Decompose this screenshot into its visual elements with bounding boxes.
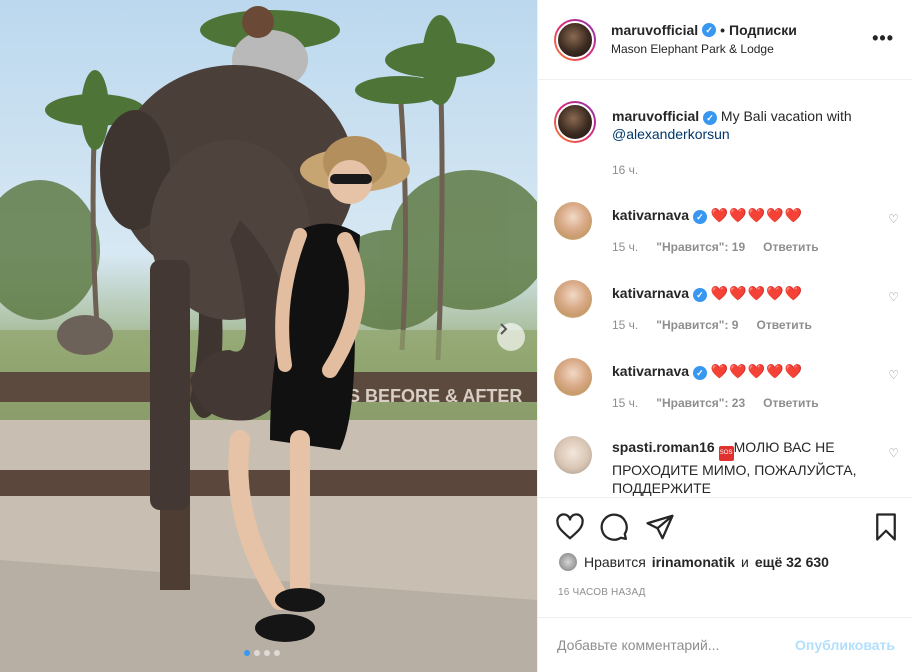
comment-text: ❤️❤️❤️❤️❤️ [710,285,804,301]
comment-likes[interactable]: "Нравится": 23 [656,396,745,410]
commenter-username[interactable]: kativarnava [612,207,689,223]
comment-time[interactable]: 15 ч. [612,240,638,254]
likes-summary: Нравится irinamonatik и ещё 32 630 [558,552,829,572]
comment-likes[interactable]: "Нравится": 19 [656,240,745,254]
commenter-avatar[interactable] [554,358,592,396]
carousel-dot [244,650,250,656]
commenter-username[interactable]: spasti.roman16 [612,439,715,455]
sign-text: S BEFORE & AFTER [348,386,522,406]
verified-badge-icon: ✓ [702,23,717,37]
like-heart-icon[interactable] [555,512,585,542]
likes-count[interactable]: ещё 32 630 [755,554,829,570]
comment-likes[interactable]: "Нравится": 9 [656,318,738,332]
carousel-dot [264,650,270,656]
comment-like-heart-icon[interactable]: ♡ [888,446,899,460]
likes-prefix: Нравится [584,554,646,570]
comment-time[interactable]: 15 ч. [612,318,638,332]
comment: spasti.roman16 SOSМОЛЮ ВАС НЕ ПРОХОДИТЕ … [554,436,899,497]
post-photo[interactable]: S BEFORE & AFTER [0,0,537,672]
author-line: maruvofficial ✓ • Подписки [611,22,797,38]
comment-like-heart-icon[interactable]: ♡ [888,290,899,304]
carousel-dot [254,650,260,656]
chevron-right-icon [500,323,508,335]
liker-avatar[interactable] [558,552,578,572]
comments-list[interactable]: maruvofficial ✓ My Bali vacation with @a… [538,81,912,497]
commenter-avatar[interactable] [554,280,592,318]
carousel-dots [244,650,280,656]
reply-button[interactable]: Ответить [763,396,818,410]
comment-text: ❤️❤️❤️❤️❤️ [710,363,804,379]
liker-username[interactable]: irinamonatik [652,554,735,570]
sos-emoji-icon: SOS [718,446,734,461]
separator: • [720,22,726,38]
add-comment-input[interactable]: Добавьте комментарий... [557,637,719,653]
caption: maruvofficial ✓ My Bali vacation with @a… [554,101,899,181]
post-comment-button[interactable]: Опубликовать [795,637,895,653]
comment: kativarnava ✓ ❤️❤️❤️❤️❤️ 15 ч. "Нравится… [554,202,899,262]
commenter-avatar[interactable] [554,436,592,474]
author-username[interactable]: maruvofficial [611,22,698,38]
caption-avatar[interactable] [554,101,596,143]
commenter-avatar[interactable] [554,202,592,240]
commenter-username[interactable]: kativarnava [612,285,689,301]
add-comment-bar: Добавьте комментарий... Опубликовать [538,617,912,672]
comment-like-heart-icon[interactable]: ♡ [888,368,899,382]
verified-badge-icon: ✓ [703,111,718,125]
caption-username[interactable]: maruvofficial [612,108,699,124]
post-time-ago[interactable]: 16 ЧАСОВ НАЗАД [558,587,646,598]
save-bookmark-icon[interactable] [871,512,901,542]
next-photo-button[interactable] [497,323,525,351]
verified-badge-icon: ✓ [692,288,707,302]
likes-middle: и [741,554,749,570]
comment: kativarnava ✓ ❤️❤️❤️❤️❤️ 15 ч. "Нравится… [554,358,899,418]
caption-time[interactable]: 16 ч. [612,163,638,177]
location-link[interactable]: Mason Elephant Park & Lodge [611,42,774,56]
verified-badge-icon: ✓ [692,366,707,380]
caption-text: My Bali vacation with [720,108,852,124]
post-actions: Нравится irinamonatik и ещё 32 630 16 ЧА… [538,497,912,598]
post-side-panel: maruvofficial ✓ • Подписки Mason Elephan… [537,0,912,672]
verified-badge-icon: ✓ [692,210,707,224]
comment: kativarnava ✓ ❤️❤️❤️❤️❤️ 15 ч. "Нравится… [554,280,899,340]
reply-button[interactable]: Ответить [756,318,811,332]
comment-text: ❤️❤️❤️❤️❤️ [710,207,804,223]
post-header: maruvofficial ✓ • Подписки Mason Elephan… [538,0,912,80]
caption-mention[interactable]: @alexanderkorsun [612,126,730,142]
comment-bubble-icon[interactable] [599,512,629,542]
commenter-username[interactable]: kativarnava [612,363,689,379]
more-options-button[interactable]: ••• [872,28,894,49]
carousel-dot [274,650,280,656]
comment-like-heart-icon[interactable]: ♡ [888,212,899,226]
author-avatar[interactable] [554,19,596,61]
elephant-photo-illustration: S BEFORE & AFTER [0,6,537,672]
following-button[interactable]: Подписки [729,22,797,38]
reply-button[interactable]: Ответить [763,240,818,254]
comment-time[interactable]: 15 ч. [612,396,638,410]
share-paper-plane-icon[interactable] [645,512,675,542]
